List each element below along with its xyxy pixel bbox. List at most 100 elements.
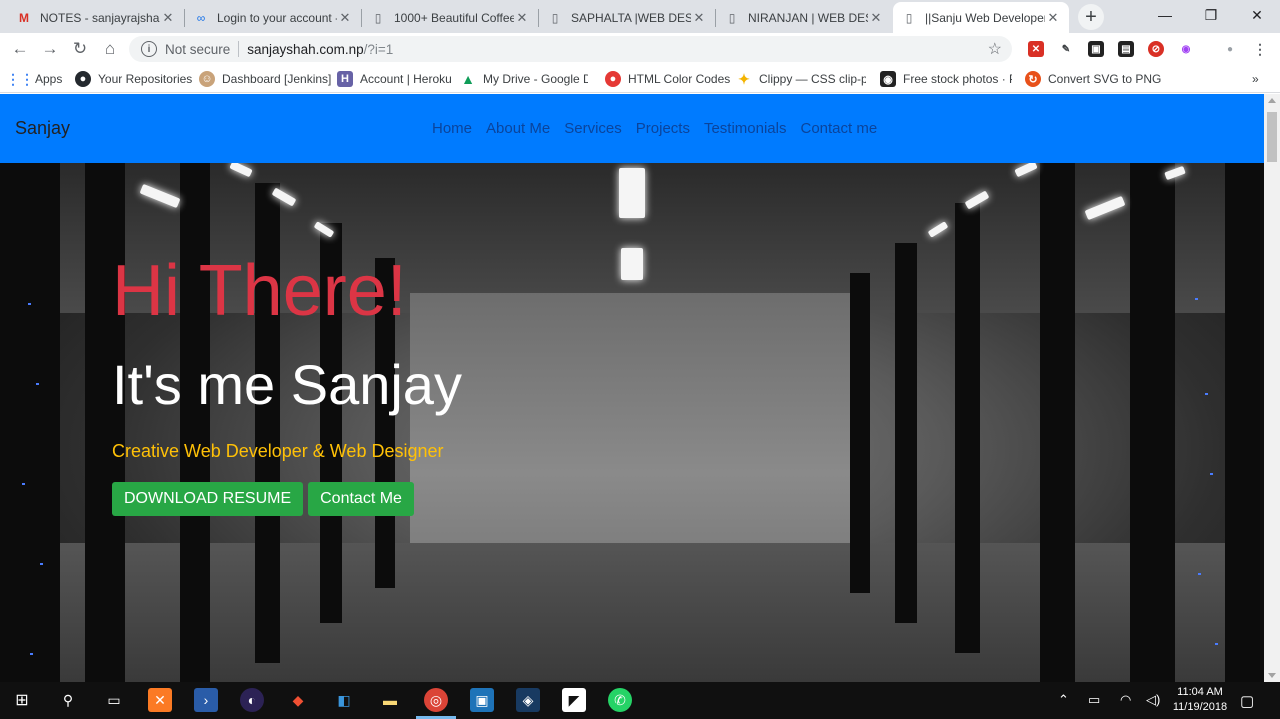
bookmark-apps[interactable]: ⋮⋮ Apps [12,70,62,88]
xampp-icon[interactable]: ✕ [148,688,172,712]
maximize-button[interactable]: ❐ [1188,0,1234,30]
link-icon: ∞ [196,10,206,25]
back-button[interactable]: ← [8,37,32,61]
vscode-icon[interactable]: ◧ [332,688,356,712]
convert-icon: ↻ [1025,71,1041,87]
close-tab-icon[interactable]: ✕ [514,10,530,26]
system-clock[interactable]: 11:04 AM 11/19/2018 [1168,685,1232,715]
nav-link-testimonials[interactable]: Testimonials [704,120,787,137]
tab-title: Login to your account - [217,10,337,25]
extension-stop-icon[interactable]: ⊘ [1148,41,1164,57]
bookmark-label: Clippy — CSS clip-pa [759,72,866,86]
file-explorer-icon[interactable]: ▬ [378,688,402,712]
extension-red-icon[interactable]: ✕ [1028,41,1044,57]
status-led [40,563,43,565]
bookmark-label: Dashboard [Jenkins] [222,72,332,86]
forward-button[interactable]: → [38,37,62,61]
security-label: Not secure [165,41,231,57]
minimize-button[interactable]: — [1142,0,1188,30]
download-resume-button[interactable]: DOWNLOAD RESUME [112,482,304,516]
site-brand[interactable]: Sanjay [15,118,70,139]
eclipse-icon[interactable]: ◐ [240,688,264,712]
scroll-up-arrow-icon[interactable] [1268,98,1276,103]
site-info-icon[interactable]: i [141,41,157,57]
bookmark-html-colors[interactable]: ● HTML Color Codes [605,70,730,88]
battery-icon[interactable]: ▭ [1088,692,1100,708]
cast-icon[interactable]: ◉ [1178,41,1194,57]
server-rack [850,273,870,593]
git-icon[interactable]: ◆ [286,688,310,712]
close-window-button[interactable]: ✕ [1234,0,1280,30]
browser-tab[interactable]: ▯ SAPHALTA |WEB DESIGN ✕ [539,2,715,33]
browser-tab[interactable]: ▯ NIRANJAN | WEB DESIGN ✕ [716,2,892,33]
gmail-icon: M [19,10,29,25]
whatsapp-icon[interactable]: ✆ [608,688,632,712]
contact-me-button[interactable]: Contact Me [308,482,414,516]
browser-tab[interactable]: ∞ Login to your account - ✕ [185,2,361,33]
bookmark-jenkins[interactable]: ☺ Dashboard [Jenkins] [199,70,331,88]
bookmarks-overflow-button[interactable]: » [1252,70,1259,88]
status-led [1195,298,1198,300]
address-bar[interactable]: i Not secure sanjayshah.com.np /?i=1 ☆ [129,36,1012,62]
new-tab-button[interactable]: + [1078,4,1104,30]
sticky-notes-icon[interactable]: ◤ [562,688,586,712]
color-codes-icon: ● [605,71,621,87]
chrome-icon[interactable]: ◎ [424,688,448,712]
volume-icon[interactable]: ◁) [1146,692,1160,708]
powershell-icon[interactable]: › [194,688,218,712]
page-scrollbar[interactable] [1264,94,1280,682]
site-nav-links: Home About Me Services Projects Testimon… [432,120,877,137]
nav-link-projects[interactable]: Projects [636,120,690,137]
windows-start-icon[interactable]: ⊞ [10,688,34,712]
scroll-down-arrow-icon[interactable] [1268,673,1276,678]
page-icon: ▯ [551,10,559,25]
tab-title: SAPHALTA |WEB DESIGN [571,10,691,25]
extension-badge-icon[interactable]: ▤ [1118,41,1134,57]
notifications-icon[interactable]: ▢ [1240,692,1254,710]
bookmark-label: Free stock photos · Pe [903,72,1012,86]
bookmark-drive[interactable]: ▲ My Drive - Google Dr [460,70,588,88]
virtualbox-icon[interactable]: ◈ [516,688,540,712]
close-tab-icon[interactable]: ✕ [337,10,353,26]
scrollbar-thumb[interactable] [1267,112,1277,162]
bookmark-star-icon[interactable]: ☆ [988,39,1002,59]
server-rack [1225,163,1264,682]
bookmark-clippy[interactable]: ✦ Clippy — CSS clip-pa [736,70,866,88]
close-tab-icon[interactable]: ✕ [1045,10,1061,26]
close-tab-icon[interactable]: ✕ [691,10,707,26]
browser-tab[interactable]: ▯ 1000+ Beautiful Coffee ✕ [362,2,538,33]
browser-tab[interactable]: M NOTES - sanjayrajshah3 ✕ [8,2,184,33]
wifi-icon[interactable]: ◠ [1120,692,1131,708]
close-tab-icon[interactable]: ✕ [868,10,884,26]
bookmark-label: HTML Color Codes [628,72,731,86]
nav-link-contact[interactable]: Contact me [800,120,877,137]
remote-desktop-icon[interactable]: ▣ [470,688,494,712]
home-button[interactable]: ⌂ [98,37,122,61]
tab-strip: M NOTES - sanjayrajshah3 ✕ ∞ Login to yo… [0,0,1280,33]
task-view-icon[interactable]: ▭ [102,688,126,712]
browser-tab-active[interactable]: ▯ ||Sanju Web Developer|| ✕ [893,2,1069,33]
profile-icon[interactable]: ● [1222,41,1238,57]
tray-overflow-icon[interactable]: ⌃ [1058,692,1069,708]
tab-title: ||Sanju Web Developer|| [925,10,1045,25]
bookmark-label: Apps [35,72,63,86]
status-led [36,383,39,385]
bookmark-label: My Drive - Google Dr [483,72,588,86]
close-tab-icon[interactable]: ✕ [160,10,176,26]
bookmark-stock-photos[interactable]: ◉ Free stock photos · Pe [880,70,1012,88]
extension-x-icon[interactable]: ▣ [1088,41,1104,57]
bookmark-repositories[interactable]: ● Your Repositories [75,70,192,88]
search-icon[interactable]: ⚲ [56,688,80,712]
jenkins-icon: ☺ [199,71,215,87]
bookmark-label: Your Repositories [98,72,193,86]
eyedropper-icon[interactable]: ✎ [1058,41,1074,57]
tab-title: NIRANJAN | WEB DESIGN [748,10,868,25]
bookmark-svg-png[interactable]: ↻ Convert SVG to PNG [1025,70,1161,88]
menu-icon[interactable]: ⋮ [1252,41,1268,57]
nav-link-services[interactable]: Services [564,120,622,137]
bookmarks-bar: ⋮⋮ Apps ● Your Repositories ☺ Dashboard … [0,65,1280,93]
reload-button[interactable]: ↻ [68,37,92,61]
nav-link-about[interactable]: About Me [486,120,550,137]
bookmark-heroku[interactable]: H Account | Heroku [337,70,452,88]
nav-link-home[interactable]: Home [432,120,472,137]
